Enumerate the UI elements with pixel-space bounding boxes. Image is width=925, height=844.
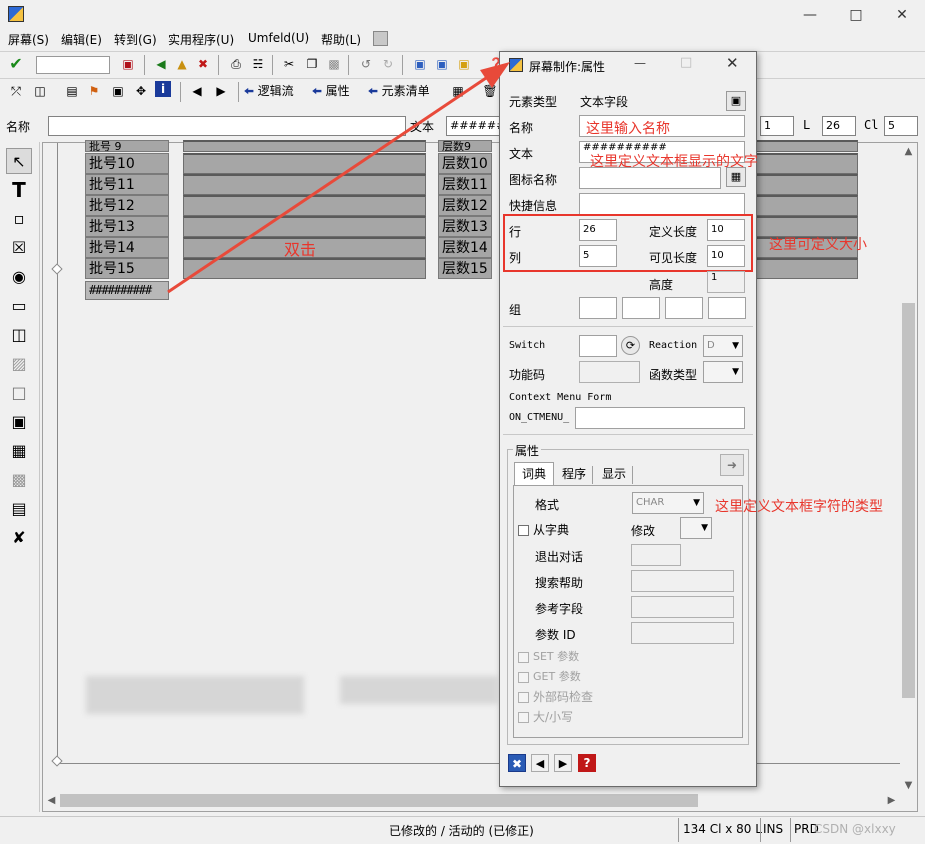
annotation-arrow <box>167 62 510 294</box>
